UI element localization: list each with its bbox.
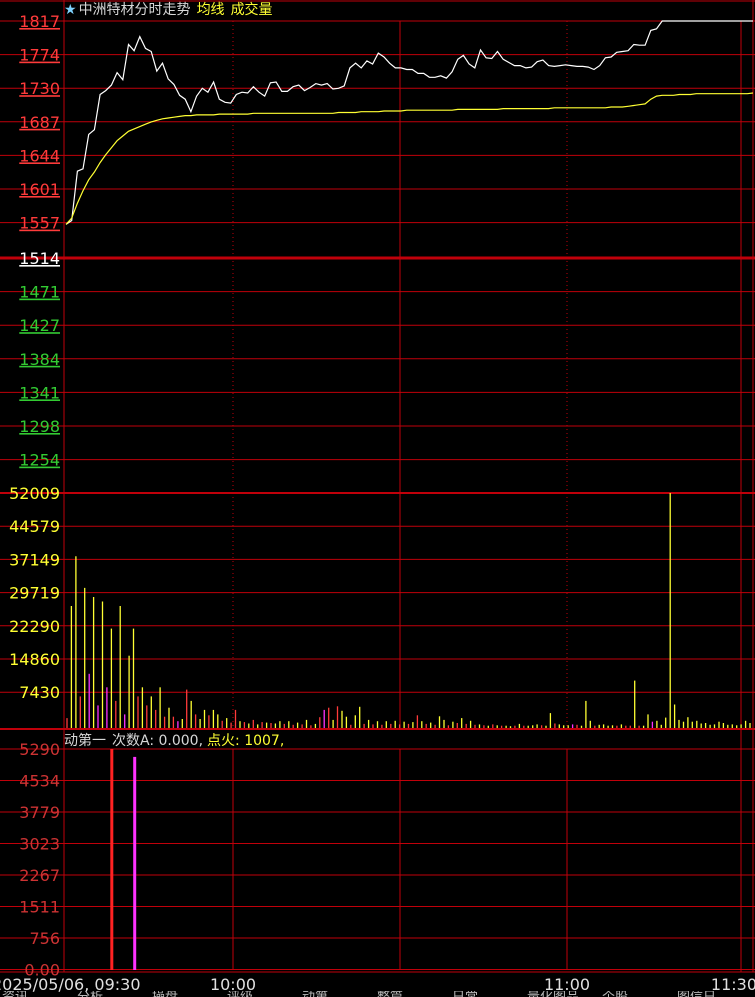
price-axis: 1817 1774 1730 1687 1644 1601 1557 1514 1471 1427… (19, 12, 60, 470)
price-tick-label: 1817 (19, 12, 60, 31)
bottom-tab[interactable]: 资讯 (2, 991, 28, 997)
price-tick-label: 1557 (19, 214, 60, 233)
price-tick-label: 1774 (19, 46, 60, 65)
indicator-count: 次数A: 0.000, (112, 733, 204, 749)
bottom-tab[interactable]: 评级 (227, 991, 253, 997)
volume-axis: 52009 44579 37149 29719 22290 14860 7430 (9, 484, 60, 702)
price-tick-label: 1687 (19, 113, 60, 132)
price-tick-label: 1384 (19, 350, 60, 369)
bottom-tab[interactable]: 分析 (77, 991, 103, 997)
avg-series-line (65, 92, 754, 225)
indicator-tick-label: 756 (29, 929, 60, 948)
volume-tick-label: 14860 (9, 650, 60, 669)
volume-tick-label: 44579 (9, 517, 60, 536)
indicator-bar (110, 749, 114, 970)
bottom-tab[interactable]: 量化图品 (527, 991, 579, 997)
price-tick-label: 1427 (19, 316, 60, 335)
bottom-tab[interactable]: 个股 (602, 991, 628, 997)
price-tick-label: 1298 (19, 417, 60, 436)
volume-tick-label: 37149 (9, 550, 60, 569)
star-icon[interactable]: ★ (64, 2, 77, 18)
intraday-chart: 1817 1774 1730 1687 1644 1601 1557 1514 1471 1427… (0, 0, 755, 994)
price-tick-label: 1254 (19, 451, 60, 470)
indicator-bar (133, 756, 137, 970)
price-tick-label: 1644 (19, 146, 60, 165)
indicator-tick-label: 4534 (19, 772, 60, 791)
indicator-bars (110, 749, 137, 970)
bottom-tab-strip: 资讯 分析 操盘 评级 动第 整篇 日常 量化图品 个股 图信日 (0, 991, 755, 997)
indicator-tick-label: 2267 (19, 866, 60, 885)
price-tick-label: 1601 (19, 180, 60, 199)
chart-title: 中洲特材分时走势 (78, 2, 191, 18)
indicator-tick-label: 5290 (19, 740, 60, 759)
price-series-line (65, 20, 753, 225)
indicator-name: 动第一 (64, 733, 106, 749)
price-tick-label: 1514 (19, 249, 60, 268)
bottom-tab[interactable]: 整篇 (377, 991, 403, 997)
price-lines (65, 20, 754, 225)
volume-tick-label: 22290 (9, 617, 60, 636)
bottom-tab[interactable]: 图信日 (677, 991, 716, 997)
price-tick-label: 1471 (19, 283, 60, 302)
volume-bars (66, 493, 751, 728)
indicator-tick-label: 3779 (19, 803, 60, 822)
bottom-tab[interactable]: 操盘 (152, 991, 178, 997)
bottom-tab[interactable]: 动第 (302, 991, 328, 997)
volume-tick-label: 29719 (9, 584, 60, 603)
avg-line-legend: 均线 (196, 2, 225, 18)
indicator-title-bar: 动第一 次数A: 0.000, 点火: 1007, (64, 732, 284, 750)
volume-legend: 成交量 (230, 2, 273, 18)
indicator-axis: 5290453437793023226715117560.00 (19, 740, 60, 980)
indicator-tick-label: 1511 (19, 898, 60, 917)
volume-tick-label: 7430 (19, 683, 60, 702)
bottom-tab[interactable]: 日常 (452, 991, 478, 997)
chart-title-bar: ★ 中洲特材分时走势 均线 成交量 (64, 1, 273, 19)
price-tick-label: 1730 (19, 79, 60, 98)
volume-tick-label: 52009 (9, 484, 60, 503)
indicator-fire: 点火: 1007, (207, 733, 285, 749)
price-tick-label: 1341 (19, 383, 60, 402)
indicator-tick-label: 3023 (19, 835, 60, 854)
